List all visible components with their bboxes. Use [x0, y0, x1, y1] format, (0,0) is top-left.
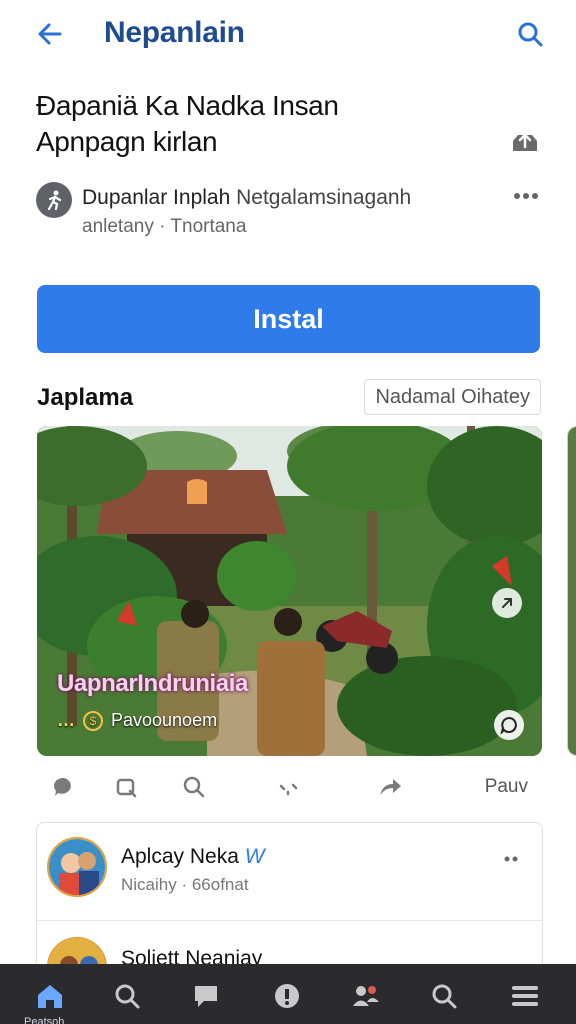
- verified-mark: W: [244, 845, 265, 868]
- media-meta-text: Pavoounoem: [111, 710, 218, 730]
- developer-sub-left: anletany: [82, 216, 154, 237]
- comment-action[interactable]: [47, 770, 81, 804]
- info-icon: [275, 984, 299, 1008]
- nav-chat[interactable]: [186, 976, 226, 1016]
- home-icon: [38, 985, 62, 1008]
- comment-author-name: Aplcay Neka: [121, 845, 239, 868]
- coin-icon: $: [83, 710, 103, 731]
- arrow-right-icon: [502, 598, 512, 608]
- share-arrow-icon: [380, 779, 401, 795]
- developer-name-extra: Netgalamsinaganh: [236, 186, 412, 209]
- developer-icon: [36, 182, 72, 218]
- search-action[interactable]: [177, 770, 211, 804]
- nav-people[interactable]: [346, 976, 386, 1016]
- app-title: Ðapaniä Ka Nadka Insan Apnpagn kirlan: [36, 88, 496, 160]
- search-button[interactable]: [510, 14, 550, 54]
- people-icon: [353, 986, 379, 1006]
- bottom-nav: Peatsoh: [0, 964, 576, 1024]
- developer-sub-right: Tnortana: [170, 216, 247, 237]
- comment-author: Aplcay Neka W: [121, 845, 265, 869]
- media-card[interactable]: UapnarIndruniaia … $ Pavoounoem: [37, 426, 542, 756]
- more-dots-icon: [504, 856, 518, 862]
- search-icon: [115, 984, 140, 1009]
- nav-search-2[interactable]: [424, 976, 464, 1016]
- next-media-button[interactable]: [492, 588, 522, 618]
- repost-action[interactable]: [109, 770, 143, 804]
- nav-menu[interactable]: [505, 976, 545, 1016]
- share-icon: [513, 133, 537, 151]
- search-icon: [183, 776, 205, 798]
- react-action[interactable]: [271, 770, 305, 804]
- more-options-button[interactable]: [506, 184, 546, 208]
- developer-sub-separator: ·: [159, 216, 166, 237]
- media-caption: UapnarIndruniaia: [57, 670, 248, 697]
- comment-item[interactable]: Aplcay Neka W Nicaihy · 66ofnat: [37, 823, 542, 919]
- person-run-icon: [47, 190, 62, 211]
- app-title-line2: Apnpagn kirlan: [36, 126, 218, 157]
- section-title: Japlama: [37, 384, 134, 411]
- more-dots-icon: [514, 193, 538, 199]
- media-chat-button[interactable]: [494, 710, 524, 740]
- comment-meta: Nicaihy · 66ofnat: [121, 875, 249, 894]
- nav-home[interactable]: [30, 976, 70, 1016]
- install-button[interactable]: Instal: [37, 285, 540, 353]
- avatar-image: [49, 839, 105, 895]
- comment-icon: [53, 777, 71, 796]
- media-meta: … $ Pavoounoem: [57, 710, 217, 731]
- app-title-line1: Ðapaniä Ka Nadka Insan: [36, 90, 339, 121]
- developer-name-primary: Dupanlar Inplah: [82, 186, 231, 209]
- page-title: Nepanlain: [104, 16, 245, 49]
- repost-icon: [116, 778, 137, 798]
- share-action[interactable]: [373, 770, 407, 804]
- app-header: Nepanlain: [0, 0, 576, 70]
- garden-photo: [37, 426, 542, 756]
- section-filter-chip[interactable]: Nadamal Oihatey: [364, 379, 541, 415]
- developer-row: Dupanlar Inplah Netgalamsinaganh anletan…: [36, 182, 546, 246]
- media-tag: …: [57, 710, 75, 730]
- comment-more-button[interactable]: [498, 849, 528, 869]
- arrow-left-icon: [38, 23, 62, 45]
- sparkle-icon: [279, 783, 298, 796]
- avatar: [47, 837, 107, 897]
- chat-bubble-icon: [500, 716, 517, 734]
- menu-icon: [512, 986, 538, 1006]
- next-media-peek[interactable]: [567, 426, 576, 756]
- developer-name[interactable]: Dupanlar Inplah Netgalamsinaganh: [82, 186, 411, 210]
- nav-home-label: Peatsoh: [24, 1016, 65, 1024]
- chat-icon: [195, 986, 217, 1007]
- nav-info[interactable]: [267, 976, 307, 1016]
- developer-subline: anletany · Tnortana: [82, 216, 246, 238]
- back-button[interactable]: [30, 14, 70, 54]
- search-icon: [432, 984, 457, 1009]
- media-action-row: Pauv: [37, 770, 542, 804]
- share-button[interactable]: [508, 124, 542, 158]
- search-icon: [518, 22, 543, 47]
- nav-search[interactable]: [107, 976, 147, 1016]
- action-right-label[interactable]: Pauv: [485, 776, 528, 798]
